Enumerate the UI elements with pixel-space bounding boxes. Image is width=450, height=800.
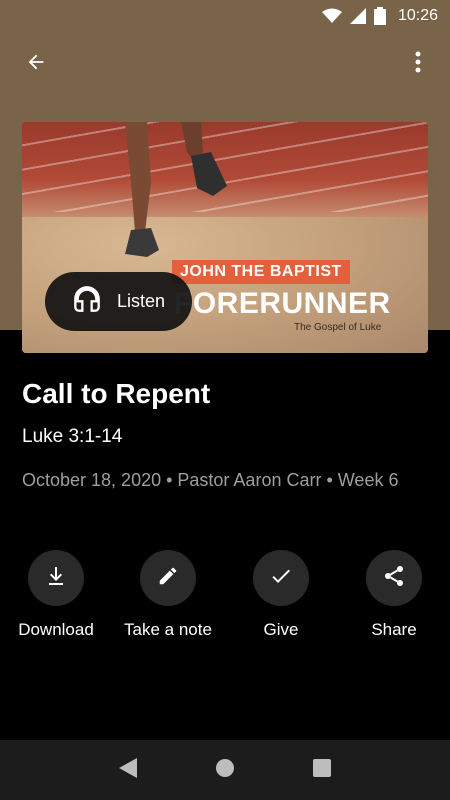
- listen-button[interactable]: Listen: [45, 272, 192, 331]
- app-bar: [0, 40, 450, 88]
- more-vert-icon: [415, 51, 421, 78]
- status-time: 10:26: [397, 7, 438, 24]
- download-button[interactable]: Download: [0, 550, 112, 640]
- share-button[interactable]: Share: [338, 550, 450, 640]
- nav-back-icon: [119, 757, 138, 783]
- share-label: Share: [371, 620, 417, 639]
- share-icon: [382, 564, 406, 593]
- checkmark-icon-circle: [253, 550, 309, 606]
- pencil-icon: [157, 565, 179, 592]
- headphones-icon: [73, 286, 101, 317]
- artwork-series-label: JOHN THE BAPTIST: [172, 260, 350, 284]
- download-icon-circle: [28, 550, 84, 606]
- battery-icon: [373, 7, 386, 25]
- status-bar: 10:26: [0, 0, 450, 32]
- take-note-button[interactable]: Take a note: [112, 550, 224, 640]
- overflow-menu-button[interactable]: [396, 42, 440, 86]
- sermon-scripture: Luke 3:1-14: [22, 426, 123, 447]
- listen-label: Listen: [117, 291, 166, 311]
- sermon-meta: October 18, 2020 • Pastor Aaron Carr • W…: [22, 470, 399, 490]
- nav-home-button[interactable]: [201, 746, 249, 794]
- artwork-series-subtitle: The Gospel of Luke: [294, 322, 382, 333]
- nav-home-icon: [215, 758, 235, 783]
- sermon-title: Call to Repent: [22, 378, 211, 409]
- download-icon: [44, 564, 68, 593]
- checkmark-icon: [269, 564, 293, 593]
- back-button[interactable]: [14, 42, 58, 86]
- nav-recents-icon: [312, 758, 331, 782]
- download-label: Download: [18, 620, 94, 639]
- wifi-icon: [321, 8, 342, 24]
- artwork-series-title: FORERUNNER: [174, 287, 391, 320]
- give-button[interactable]: Give: [225, 550, 337, 640]
- sermon-detail-screen: 10:26 JOHN THE BAPTIST FORERUNNER The Go…: [0, 0, 450, 800]
- system-nav-bar: [0, 740, 450, 800]
- pencil-icon-circle: [140, 550, 196, 606]
- nav-recents-button[interactable]: [298, 746, 346, 794]
- arrow-back-icon: [25, 51, 47, 78]
- cell-signal-icon: [349, 8, 366, 24]
- take-note-label: Take a note: [124, 620, 212, 639]
- artwork-runner-legs: [125, 122, 227, 257]
- share-icon-circle: [366, 550, 422, 606]
- nav-back-button[interactable]: [104, 746, 152, 794]
- give-label: Give: [263, 620, 299, 639]
- action-row: Download Take a note Give Share: [0, 550, 450, 650]
